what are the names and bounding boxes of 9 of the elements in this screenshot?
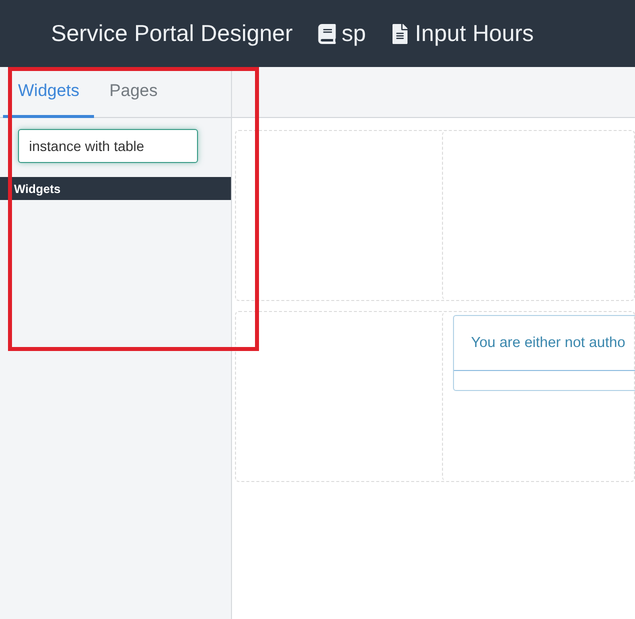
book-icon	[316, 24, 337, 44]
search-field[interactable]: instance with table	[18, 129, 198, 163]
section-header: Widgets	[0, 177, 231, 200]
sidebar-tab[interactable]: Pages	[94, 67, 173, 118]
document-icon	[390, 24, 410, 44]
app-title: Service Portal Designer	[51, 20, 293, 47]
page-link[interactable]: Input Hours	[414, 20, 534, 47]
portal-link[interactable]: sp	[342, 20, 366, 47]
alert-message: You are either not autho	[454, 316, 635, 371]
